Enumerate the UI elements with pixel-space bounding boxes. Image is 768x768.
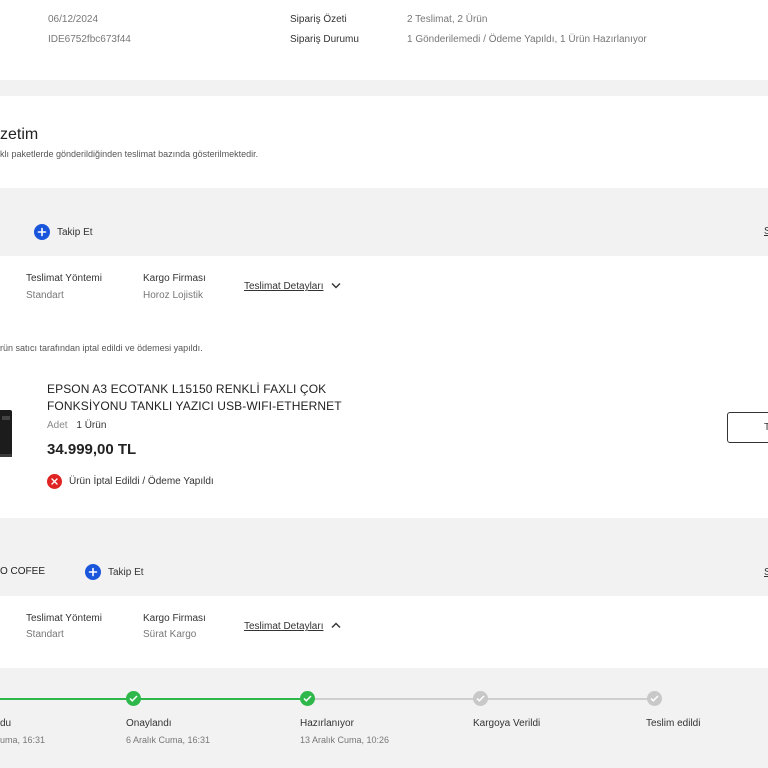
tracking-timeline: du uma, 16:31 Onaylandı 6 Aralık Cuma, 1… xyxy=(0,668,768,768)
progress-line-done xyxy=(0,698,307,700)
delivery-overview-card: zetim klı paketlerde gönderildiğinden te… xyxy=(0,96,768,188)
order-date: 06/12/2024 xyxy=(48,14,99,25)
plus-icon xyxy=(34,224,50,240)
delivery-method-value: Standart xyxy=(26,290,64,301)
step-5-check-icon xyxy=(647,691,662,706)
delivery-1-right-link[interactable]: S xyxy=(764,226,768,237)
product-price: 34.999,00 TL xyxy=(47,441,137,458)
delivery-2-header: O COFEE Takip Et S xyxy=(0,549,768,596)
product-name[interactable]: EPSON A3 ECOTANK L15150 RENKLİ FAXLI ÇOK… xyxy=(47,381,357,415)
close-icon xyxy=(47,474,62,489)
order-id: IDE6752fbc673f44 xyxy=(48,34,131,45)
follow-label: Takip Et xyxy=(57,226,93,238)
delivery-2-follow-button[interactable]: Takip Et xyxy=(85,564,144,580)
cancel-status: Ürün İptal Edildi / Ödeme Yapıldı xyxy=(47,474,214,489)
step-1-title: du xyxy=(0,718,12,729)
delivery-1-follow-button[interactable]: Takip Et xyxy=(34,224,93,240)
delivery-details-link[interactable]: Teslimat Detayları xyxy=(244,281,341,292)
step-3-check-icon xyxy=(300,691,315,706)
step-5-title: Teslim edildi xyxy=(646,718,701,729)
delivery-1-header: Takip Et S xyxy=(0,208,768,256)
delivery-details-label: Teslimat Detayları xyxy=(244,281,324,292)
order-summary-label: Sipariş Özeti xyxy=(290,14,347,25)
cancel-status-text: Ürün İptal Edildi / Ödeme Yapıldı xyxy=(69,476,214,487)
order-status-label: Sipariş Durumu xyxy=(290,34,359,45)
order-header-card: 06/12/2024 IDE6752fbc673f44 Sipariş Özet… xyxy=(0,0,768,80)
order-summary-value: 2 Teslimat, 2 Ürün xyxy=(407,14,488,25)
plus-icon xyxy=(85,564,101,580)
cargo-company-value: Horoz Lojistik xyxy=(143,290,204,301)
delivery-method-label: Teslimat Yöntemi xyxy=(26,613,102,624)
follow-label: Takip Et xyxy=(108,566,144,578)
step-4-check-icon xyxy=(473,691,488,706)
quantity-value: 1 Ürün xyxy=(76,420,107,431)
step-2-title: Onaylandı xyxy=(126,718,172,729)
quantity-label: Adet xyxy=(47,420,68,431)
printer-image[interactable] xyxy=(0,380,34,488)
delivery-method-label: Teslimat Yöntemi xyxy=(26,273,102,284)
step-2-date: 6 Aralık Cuma, 16:31 xyxy=(126,735,211,745)
step-3-title: Hazırlanıyor xyxy=(300,718,354,729)
delivery-method-value: Standart xyxy=(26,629,64,640)
delivery-details-label: Teslimat Detayları xyxy=(244,621,324,632)
chevron-down-icon xyxy=(331,281,341,292)
cargo-company-label: Kargo Firması xyxy=(143,273,206,284)
chevron-up-icon xyxy=(331,621,341,632)
product-quantity: Adet 1 Ürün xyxy=(47,420,106,431)
seller-name[interactable]: O COFEE xyxy=(0,566,45,577)
step-2-check-icon xyxy=(126,691,141,706)
step-1-date: uma, 16:31 xyxy=(0,735,46,745)
section-subtitle: klı paketlerde gönderildiğinden teslimat… xyxy=(0,149,259,159)
delivery-2-right-link[interactable]: S xyxy=(764,567,768,578)
product-action-button[interactable]: T xyxy=(727,412,768,443)
cargo-company-value: Sürat Kargo xyxy=(143,629,197,640)
order-status-value: 1 Gönderilemedi / Ödeme Yapıldı, 1 Ürün … xyxy=(407,34,647,45)
delivery-1-body: Teslimat Yöntemi Standart Kargo Firması … xyxy=(0,256,768,518)
section-title: zetim xyxy=(0,126,39,143)
cancel-notice: rün satıcı tarafından iptal edildi ve öd… xyxy=(0,343,203,353)
step-4-title: Kargoya Verildi xyxy=(473,718,541,729)
delivery-2-body: Teslimat Yöntemi Standart Kargo Firması … xyxy=(0,596,768,668)
product-action-label: T xyxy=(764,422,768,433)
step-3-date: 13 Aralık Cuma, 10:26 xyxy=(300,735,390,745)
delivery-details-link[interactable]: Teslimat Detayları xyxy=(244,621,341,632)
cargo-company-label: Kargo Firması xyxy=(143,613,206,624)
